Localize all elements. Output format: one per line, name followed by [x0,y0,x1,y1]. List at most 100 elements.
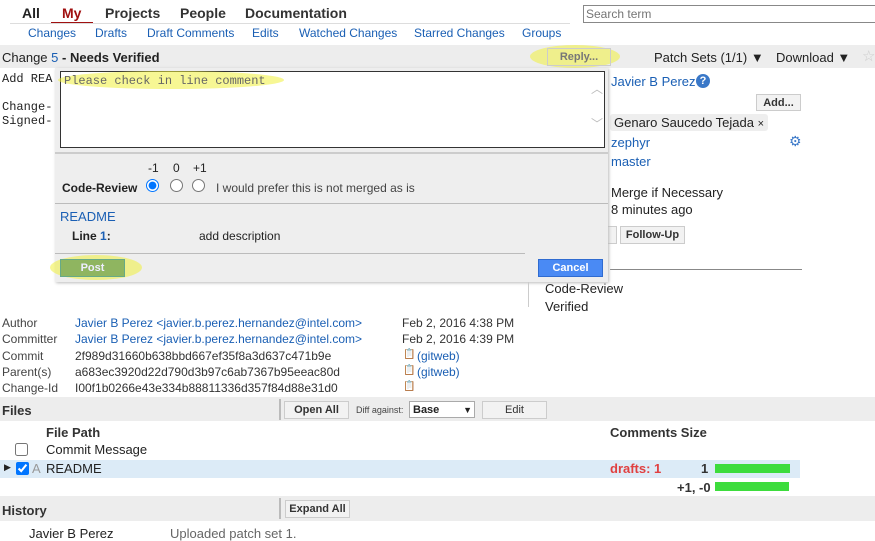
gitweb-link[interactable]: (gitweb) [417,349,460,363]
line-label: Line [72,229,97,243]
label-code-review: Code-Review [545,281,624,296]
file-comments[interactable]: drafts: 1 [610,461,661,476]
commit-message-line: Change- [2,100,53,114]
nav-my[interactable]: My [62,5,81,21]
clipboard-icon[interactable]: 📋 [403,349,415,360]
change-title: Change 5 - Needs Verified [2,50,160,65]
commit-message-line: Signed- [2,114,53,128]
vote-radio-plus1[interactable] [192,179,205,192]
open-all-button[interactable]: Open All [284,401,349,419]
follow-up-button[interactable]: Follow-Up [620,226,685,244]
file-row-readme[interactable] [0,460,800,478]
comment-file-link[interactable]: README [60,209,116,224]
subnav-watched-changes[interactable]: Watched Changes [299,26,397,40]
branch-link[interactable]: master [611,154,651,169]
add-reviewer-button[interactable]: Add... [756,94,801,111]
reviewer-name: Genaro Saucedo Tejada [614,115,754,130]
file-path[interactable]: README [46,461,102,476]
nav-people[interactable]: People [180,5,226,21]
subnav-groups[interactable]: Groups [522,26,561,40]
reviewed-checkbox[interactable] [16,462,29,475]
comment-line: Line 1: [72,229,111,243]
vote-radio-0[interactable] [170,179,183,192]
diff-base-select[interactable]: Base ▼ [409,401,475,418]
commit-date: Feb 2, 2016 4:39 PM [402,332,515,347]
total-size-bar [715,482,789,491]
clipboard-icon[interactable]: 📋 [403,381,415,392]
divider [55,203,608,204]
nav-projects[interactable]: Projects [105,5,160,21]
expand-all-button[interactable]: Expand All [285,500,350,518]
comment-text: add description [199,229,281,243]
scroll-up-icon[interactable]: ︿ [591,80,603,97]
search-input[interactable] [583,5,875,23]
divider [528,282,529,307]
reviewed-checkbox[interactable] [15,443,28,456]
commit-info-value[interactable]: Javier B Perez <javier.b.perez.hernandez… [75,316,362,330]
subnav-changes[interactable]: Changes [28,26,76,40]
commit-info-value: 2f989d31660b638bbd667ef35f8a3d637c471b9e [75,348,332,363]
history-author[interactable]: Javier B Perez [29,526,114,541]
expand-triangle-icon[interactable]: ▶ [4,462,11,473]
divider [55,152,608,154]
divider [610,269,802,270]
owner-link[interactable]: Javier B Perez [611,74,696,89]
subnav-drafts[interactable]: Drafts [95,26,127,40]
files-title: Files [2,403,32,418]
nav-divider [10,23,570,24]
post-button[interactable]: Post [60,259,125,277]
change-number[interactable]: 5 [51,50,58,65]
star-icon[interactable]: ☆ [862,47,875,65]
file-status: A [32,461,41,476]
vote-value: -1 [148,161,159,175]
vote-value: 0 [173,161,180,175]
divider [55,253,525,254]
divider [279,498,281,519]
divider [279,399,281,420]
commit-info-value[interactable]: Javier B Perez <javier.b.perez.hernandez… [75,332,362,346]
vote-label: Code-Review [62,181,138,195]
file-size: 1 [701,461,709,476]
updated-time: 8 minutes ago [611,202,693,217]
change-label: Change [2,50,48,65]
remove-reviewer-icon[interactable]: × [758,118,764,130]
project-link[interactable]: zephyr [611,135,650,150]
reviewer-chip: Genaro Saucedo Tejada × [610,114,769,131]
vote-radio-minus1[interactable] [146,179,159,192]
subnav-starred-changes[interactable]: Starred Changes [414,26,505,40]
diff-against-label: Diff against: [356,405,404,415]
scroll-down-icon[interactable]: ﹀ [591,115,603,132]
diff-base-value: Base [413,404,440,416]
clipboard-icon[interactable]: 📋 [403,365,415,376]
commit-date: Feb 2, 2016 4:38 PM [402,316,515,330]
submit-strategy: Merge if Necessary [611,185,723,200]
size-bar [715,464,790,473]
edit-button[interactable]: Edit [482,401,547,419]
commit-info-label: Author [2,316,38,330]
download-dropdown[interactable]: Download ▼ [776,50,850,65]
file-row-commit-message[interactable]: Commit Message [46,442,147,457]
vote-description: I would prefer this is not merged as is [216,181,415,195]
history-message: Uploaded patch set 1. [170,526,297,541]
col-file-path: File Path [46,425,101,440]
subnav-draft-comments[interactable]: Draft Comments [147,26,234,40]
help-icon[interactable]: ? [696,74,710,88]
nav-documentation[interactable]: Documentation [245,5,347,21]
line-separator: : [106,229,111,243]
vote-value: +1 [193,161,207,175]
patch-sets-dropdown[interactable]: Patch Sets (1/1) ▼ [654,50,764,65]
col-comments-size: Comments Size [610,425,707,440]
chevron-down-icon: ▼ [463,405,472,415]
commit-message-line: Add REA [2,72,53,86]
reply-button[interactable]: Reply... [547,48,611,66]
nav-all[interactable]: All [22,5,40,21]
history-header-bar [0,496,875,521]
line-number-link[interactable]: 1 [100,229,107,243]
subnav-edits[interactable]: Edits [252,26,279,40]
cancel-button[interactable]: Cancel [538,259,603,277]
gitweb-link[interactable]: (gitweb) [417,365,460,379]
change-status: - Needs Verified [62,50,160,65]
gear-icon[interactable]: ⚙ [789,133,802,150]
commit-info-label: Commit [2,348,44,363]
commit-info-label: Parent(s) [2,364,52,379]
